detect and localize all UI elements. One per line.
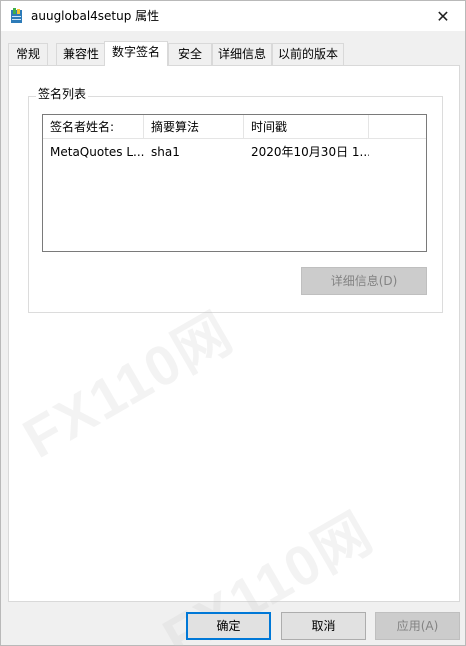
tab-security[interactable]: 安全	[168, 43, 212, 65]
table-row[interactable]: MetaQuotes L... sha1 2020年10月30日 1...	[43, 141, 426, 163]
tab-panel: 签名列表 签名者姓名: 摘要算法 时间戳 MetaQuotes L... sha…	[8, 65, 460, 602]
tab-digital-signatures[interactable]: 数字签名	[104, 41, 168, 66]
tab-compatibility[interactable]: 兼容性	[56, 43, 106, 65]
details-button[interactable]: 详细信息(D)	[301, 267, 427, 295]
digest-algorithm-cell: sha1	[151, 145, 180, 159]
title-bar[interactable]: auuglobal4setup 属性 ✕	[1, 1, 465, 31]
column-header-digest[interactable]: 摘要算法	[144, 115, 244, 139]
signer-name-cell: MetaQuotes L...	[50, 145, 144, 159]
tab-previous-versions[interactable]: 以前的版本	[272, 43, 344, 65]
window-title: auuglobal4setup 属性	[31, 9, 160, 23]
installer-app-icon	[11, 8, 22, 23]
signature-list-legend: 签名列表	[36, 87, 89, 101]
listview-header: 签名者姓名: 摘要算法 时间戳	[43, 115, 426, 139]
timestamp-cell: 2020年10月30日 1...	[251, 145, 369, 159]
tab-general[interactable]: 常规	[8, 43, 48, 65]
close-icon[interactable]: ✕	[429, 4, 457, 28]
tab-details[interactable]: 详细信息	[212, 43, 272, 65]
properties-dialog: auuglobal4setup 属性 ✕ 常规 兼容性 数字签名 安全 详细信息…	[0, 0, 466, 646]
cancel-button[interactable]: 取消	[281, 612, 366, 640]
column-header-timestamp[interactable]: 时间戳	[244, 115, 369, 139]
tab-strip: 常规 兼容性 数字签名 安全 详细信息 以前的版本	[8, 41, 460, 66]
apply-button[interactable]: 应用(A)	[375, 612, 460, 640]
ok-button[interactable]: 确定	[186, 612, 271, 640]
column-header-signer[interactable]: 签名者姓名:	[43, 115, 144, 139]
signature-listview[interactable]: 签名者姓名: 摘要算法 时间戳 MetaQuotes L... sha1 202…	[42, 114, 427, 252]
